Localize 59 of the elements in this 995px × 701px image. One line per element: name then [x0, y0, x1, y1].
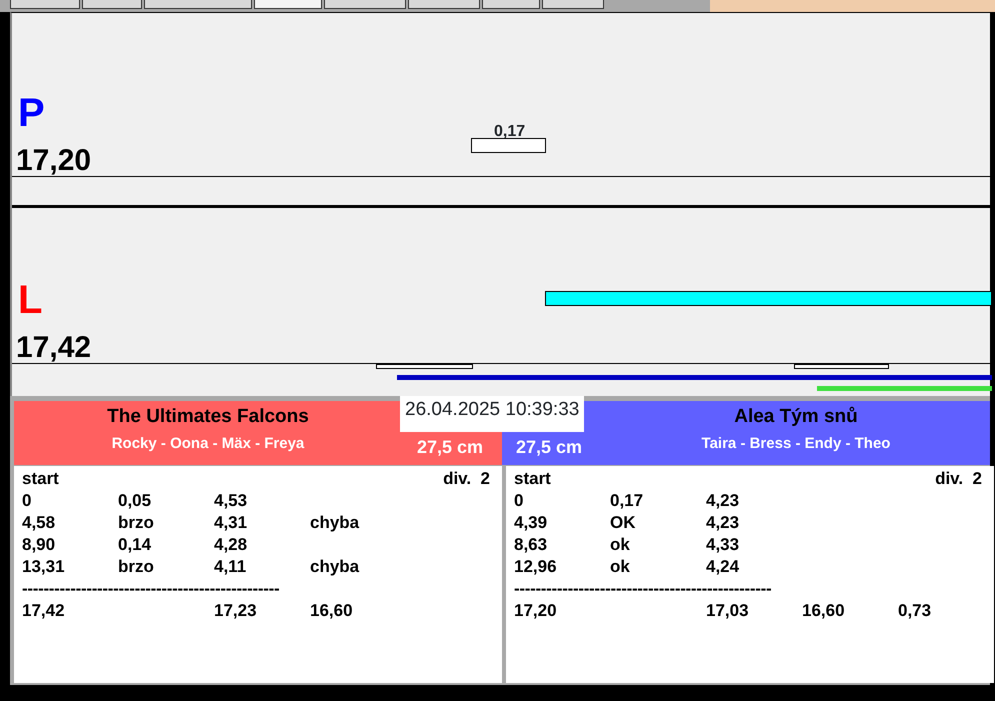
log-cell-text: 17,23 — [214, 600, 258, 622]
log-cell-text: 4,58 — [22, 512, 56, 534]
log-cell-text: 0 — [22, 490, 32, 512]
log-cell-text: ok — [610, 556, 631, 578]
log-cell-text: brzo — [118, 556, 155, 578]
lane-letter: L — [18, 280, 42, 320]
bar-label: 0,17 — [494, 122, 526, 142]
log-cell-text: 8,63 — [514, 534, 548, 556]
log-cell-text: 0,73 — [898, 600, 932, 622]
log-cell-text: 0 — [514, 490, 524, 512]
log-cell-text: 4,33 — [706, 534, 740, 556]
distance-label: 27,5 cm — [516, 436, 582, 459]
lane-letter: P — [18, 93, 45, 133]
log-cell-text: 0,05 — [118, 490, 152, 512]
log-header: start — [514, 468, 551, 490]
log-cell-text: 17,03 — [706, 600, 750, 622]
log-cell-text: 4,39 — [514, 512, 548, 534]
log-cell-text: 4,28 — [214, 534, 248, 556]
tab[interactable] — [144, 0, 252, 9]
lane-time: 17,42 — [16, 333, 92, 363]
log-cell-text: 17,42 — [22, 600, 66, 622]
log-cell-text: 17,20 — [514, 600, 558, 622]
separator-line: ------------------------------------------------ — [22, 578, 280, 600]
timestamp: 26.04.2025 10:39:33 — [400, 396, 584, 432]
tab[interactable] — [254, 0, 322, 9]
tab[interactable] — [542, 0, 604, 9]
log-cell-text: chyba — [310, 556, 360, 578]
log-cell-text: 4,31 — [214, 512, 248, 534]
log-cell-text: 12,96 — [514, 556, 558, 578]
log-cell-text: OK — [610, 512, 636, 534]
log-header: start — [22, 468, 59, 490]
log-cell-text: 4,11 — [214, 556, 248, 578]
log-cell-text: brzo — [118, 512, 155, 534]
log-cell-text: 16,60 — [802, 600, 846, 622]
team-players: Taira - Bress - Endy - Theo — [700, 434, 892, 454]
log-cell-text: 0,14 — [118, 534, 152, 556]
log-cell-text: 8,90 — [22, 534, 56, 556]
log-cell-text: 4,23 — [706, 512, 740, 534]
division-label: div. 2 — [935, 468, 982, 490]
log-cell-text: 0,17 — [610, 490, 644, 512]
division-label: div. 2 — [443, 468, 490, 490]
log-cell-text: 4,23 — [706, 490, 740, 512]
team-name: The Ultimates Falcons — [106, 405, 310, 429]
distance-label: 27,5 cm — [417, 436, 484, 459]
log-cell-text: 4,24 — [706, 556, 740, 578]
separator-line: ------------------------------------------------ — [514, 578, 772, 600]
log-cell-text: 4,53 — [214, 490, 248, 512]
log-cell-text: ok — [610, 534, 631, 556]
team-name: Alea Tým snů — [733, 405, 859, 429]
log-cell-text: chyba — [310, 512, 360, 534]
tab[interactable] — [10, 0, 80, 9]
log-cell-text: 13,31 — [22, 556, 66, 578]
tab[interactable] — [408, 0, 480, 9]
tab[interactable] — [82, 0, 142, 9]
team-players: Rocky - Oona - Mäx - Freya — [110, 434, 306, 454]
lane-time: 17,20 — [16, 146, 92, 176]
tab[interactable] — [324, 0, 406, 9]
log-cell-text: 16,60 — [310, 600, 354, 622]
tab[interactable] — [482, 0, 540, 9]
